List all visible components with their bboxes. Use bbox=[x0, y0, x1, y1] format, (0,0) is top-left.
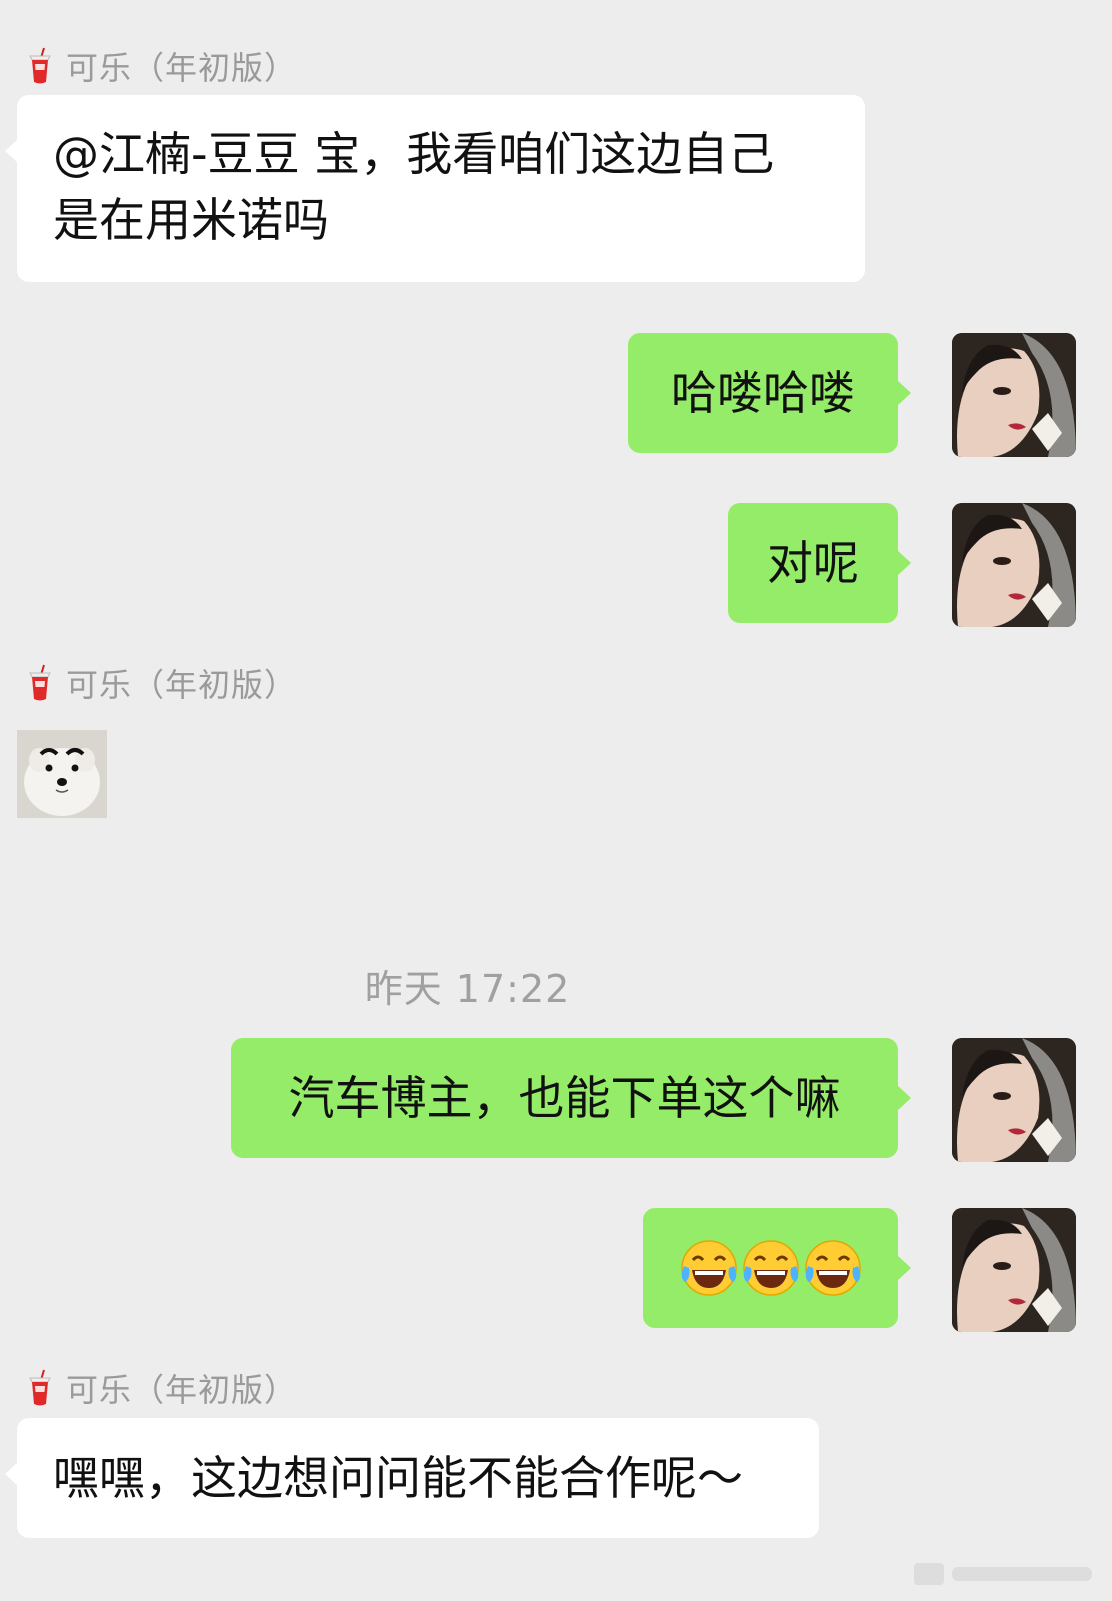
outgoing-emoji-bubble[interactable] bbox=[643, 1208, 911, 1328]
timestamp: 昨天 17:22 bbox=[364, 967, 571, 1011]
message-text: 哈喽哈喽 bbox=[671, 366, 855, 420]
user-avatar[interactable] bbox=[952, 333, 1076, 457]
message-text: 对呢 bbox=[767, 536, 859, 590]
sender-name: 可乐（年初版） bbox=[66, 1371, 298, 1409]
cola-cup-icon bbox=[29, 664, 51, 701]
outgoing-message-bubble[interactable]: 汽车博主，也能下单这个嘛 bbox=[231, 1038, 911, 1158]
user-avatar[interactable] bbox=[952, 503, 1076, 627]
user-photo-avatar bbox=[952, 1038, 1076, 1162]
emoji-row bbox=[643, 1208, 898, 1328]
outgoing-message-bubble[interactable]: 对呢 bbox=[728, 503, 911, 623]
sender-name-row: 可乐（年初版） bbox=[26, 1366, 297, 1410]
tears-of-joy-emoji-icon bbox=[804, 1240, 861, 1296]
user-photo-avatar bbox=[952, 333, 1076, 457]
watermark-icon bbox=[914, 1563, 1092, 1585]
message-text: 嘿嘿，这边想问问能不能合作呢～ bbox=[53, 1451, 743, 1505]
outgoing-message-bubble[interactable]: 哈喽哈喽 bbox=[628, 333, 911, 453]
samoyed-sticker-icon bbox=[17, 730, 107, 818]
user-avatar[interactable] bbox=[952, 1208, 1076, 1332]
user-photo-avatar bbox=[952, 1208, 1076, 1332]
user-photo-avatar bbox=[952, 503, 1076, 627]
cola-cup-icon bbox=[29, 47, 51, 84]
sticker-message[interactable] bbox=[17, 730, 107, 818]
sender-name-row: 可乐（年初版） bbox=[26, 44, 297, 88]
tears-of-joy-emoji-icon bbox=[680, 1240, 737, 1296]
sender-name-row: 可乐（年初版） bbox=[26, 661, 297, 705]
sender-name: 可乐（年初版） bbox=[66, 49, 298, 87]
user-avatar[interactable] bbox=[952, 1038, 1076, 1162]
message-text: 汽车博主，也能下单这个嘛 bbox=[288, 1071, 841, 1125]
incoming-message-bubble[interactable]: 嘿嘿，这边想问问能不能合作呢～ bbox=[5, 1418, 819, 1538]
tears-of-joy-emoji-icon bbox=[742, 1240, 799, 1296]
incoming-message-bubble[interactable]: @江楠-豆豆 宝，我看咱们这边自己 是在用米诺吗 bbox=[5, 95, 865, 282]
sender-name: 可乐（年初版） bbox=[66, 666, 298, 704]
cola-cup-icon bbox=[29, 1369, 51, 1406]
message-text: @江楠-豆豆 宝，我看咱们这边自己 是在用米诺吗 bbox=[53, 127, 775, 247]
